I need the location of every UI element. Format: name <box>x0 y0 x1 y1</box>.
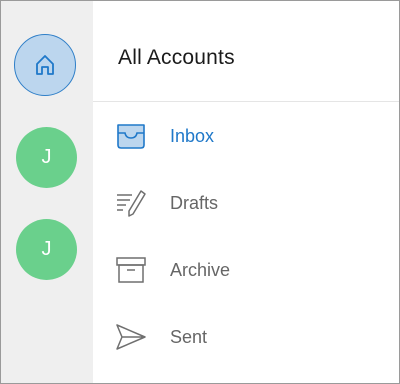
folder-label: Archive <box>170 259 231 280</box>
account-rail: J J <box>1 1 93 383</box>
folder-item-drafts[interactable]: Drafts <box>93 175 399 231</box>
folder-label: Sent <box>170 326 208 347</box>
divider <box>93 101 399 102</box>
mail-app-window: J J All Accounts Inbox Drafts Archive Se… <box>0 0 400 384</box>
drafts-icon <box>113 185 149 221</box>
account-avatar[interactable]: J <box>16 219 77 280</box>
inbox-icon <box>113 118 149 154</box>
folder-item-inbox[interactable]: Inbox <box>93 108 399 164</box>
archive-icon <box>113 252 149 288</box>
folder-list-panel: All Accounts Inbox Drafts Archive Sent <box>93 1 399 383</box>
sent-icon <box>113 319 149 355</box>
folder-label: Inbox <box>170 125 215 146</box>
all-accounts-button[interactable] <box>14 34 76 96</box>
folder-item-sent[interactable]: Sent <box>93 309 399 365</box>
avatar-initial: J <box>41 238 52 260</box>
home-icon <box>36 55 54 75</box>
avatar-initial: J <box>41 146 52 168</box>
folder-item-archive[interactable]: Archive <box>93 242 399 298</box>
account-avatar[interactable]: J <box>16 127 77 188</box>
page-title: All Accounts <box>118 46 235 69</box>
folder-label: Drafts <box>170 192 219 213</box>
